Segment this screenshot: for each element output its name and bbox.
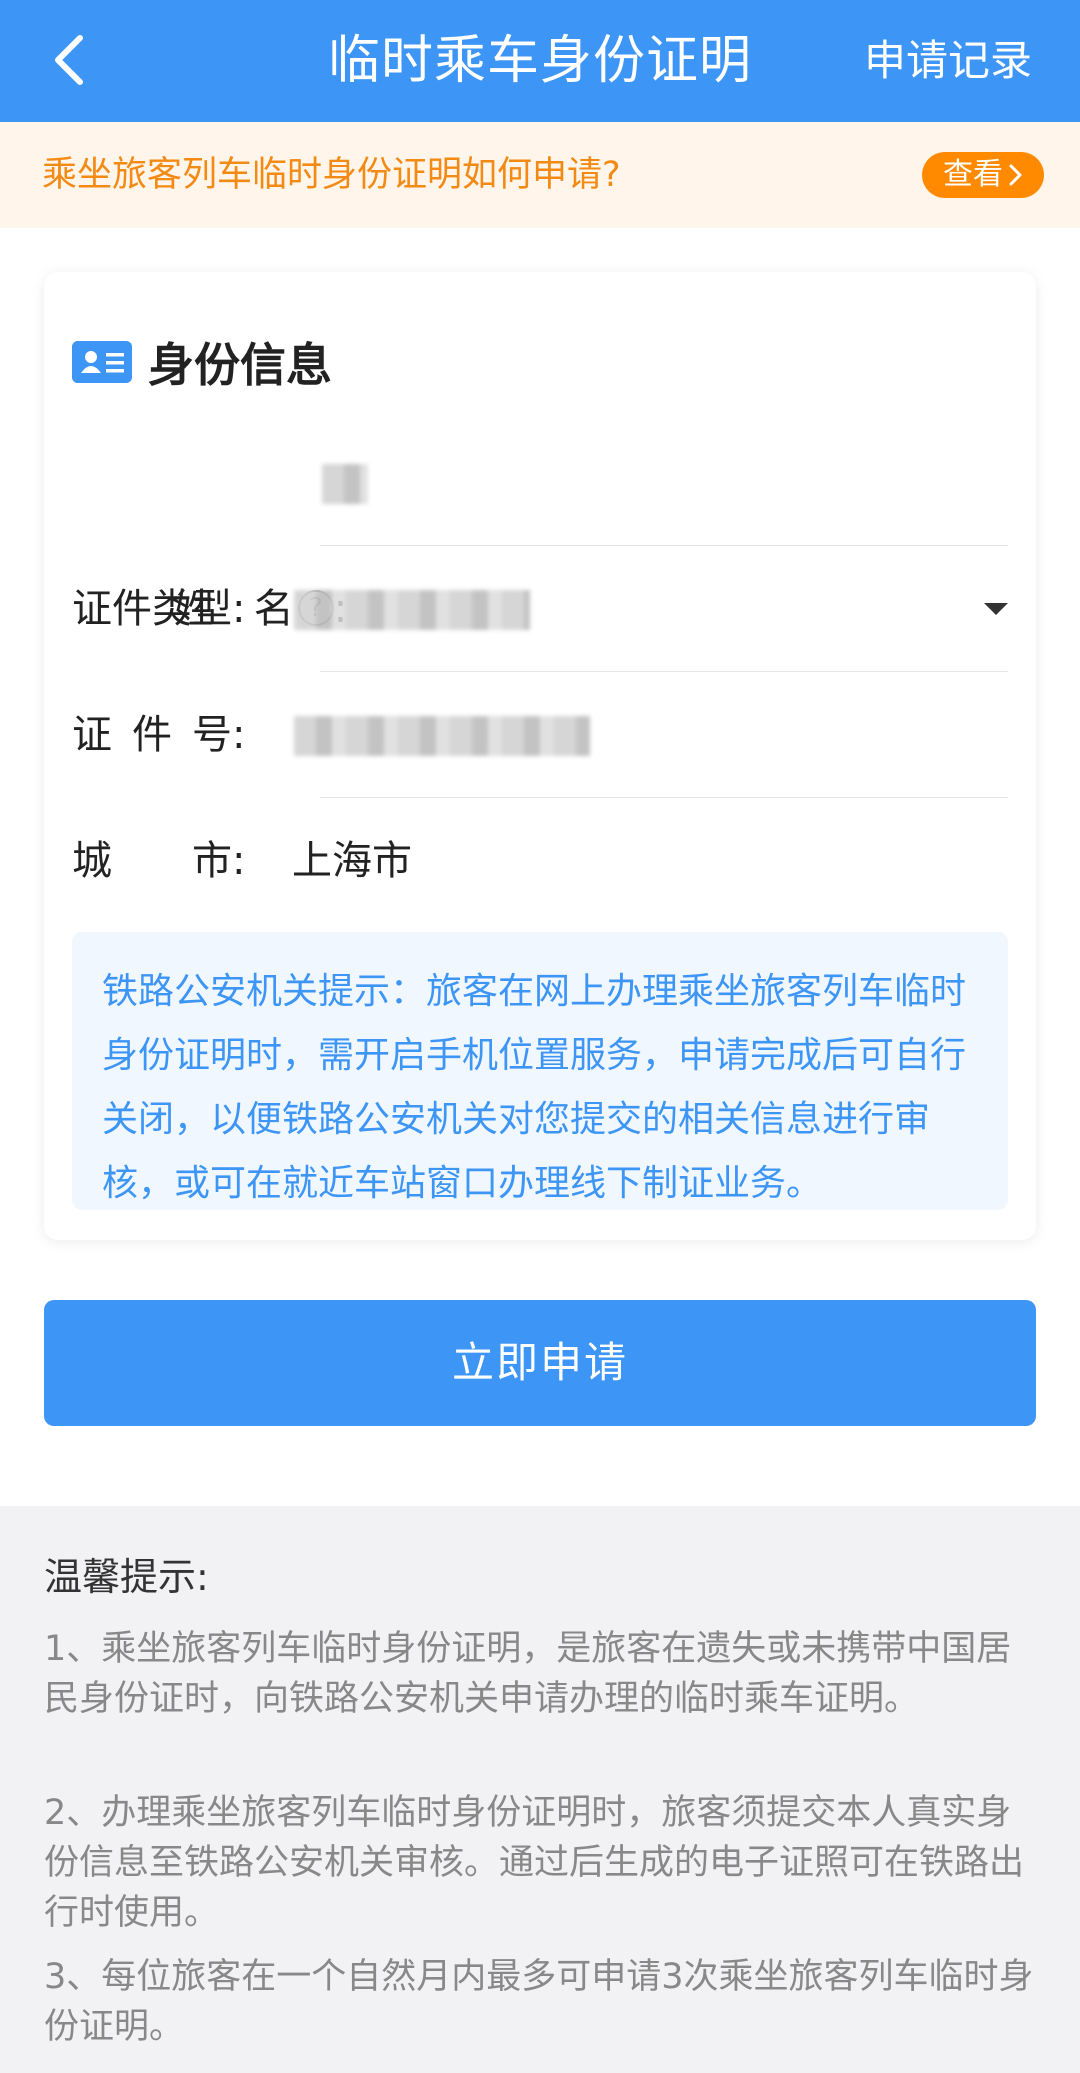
id-number-label: 证 件 号:	[72, 712, 246, 758]
city-row: 城 市: 上海市	[72, 798, 1008, 924]
tip-item-1: 1、乘坐旅客列车临时身份证明，是旅客在遗失或未携带中国居民身份证时，向铁路公安机…	[44, 1629, 1012, 1719]
tips-title: 温馨提示:	[44, 1555, 209, 1599]
city-label: 城 市:	[72, 838, 246, 884]
card-header: 身份信息	[72, 332, 332, 392]
name-row: 姓 名?:	[72, 420, 1008, 632]
tip-item-3: 3、每位旅客在一个自然月内最多可申请3次乘坐旅客列车临时身份证明。	[44, 1957, 1034, 2047]
name-value-redacted	[322, 464, 368, 504]
id-card-icon	[72, 341, 132, 383]
records-link[interactable]: 申请记录	[864, 0, 1032, 122]
city-value: 上海市	[292, 838, 412, 884]
app-header: 临时乘车身份证明 申请记录	[0, 0, 1080, 122]
name-label: 姓 名?:	[72, 420, 347, 632]
card-title: 身份信息	[148, 338, 332, 392]
id-number-row: 证 件 号:	[72, 672, 1008, 798]
caret-down-icon[interactable]	[984, 603, 1008, 615]
main-section: 身份信息 姓 名?: 证件类型: 证 件 号: 城 市: 上海市	[0, 228, 1080, 1506]
police-tip-box: 铁路公安机关提示：旅客在网上办理乘坐旅客列车临时身份证明时，需开启手机位置服务，…	[72, 932, 1008, 1210]
identity-card: 身份信息 姓 名?: 证件类型: 证 件 号: 城 市: 上海市	[44, 272, 1036, 1240]
id-type-row[interactable]: 证件类型:	[72, 546, 1008, 672]
id-number-value-redacted	[294, 716, 590, 756]
apply-button[interactable]: 立即申请	[44, 1300, 1036, 1426]
id-type-value-redacted	[294, 590, 530, 630]
tips-section: 温馨提示: 1、乘坐旅客列车临时身份证明，是旅客在遗失或未携带中国居民身份证时，…	[0, 1506, 1080, 2073]
notice-text[interactable]: 乘坐旅客列车临时身份证明如何申请?	[42, 122, 621, 228]
id-type-label: 证件类型:	[72, 586, 246, 632]
notice-banner: 乘坐旅客列车临时身份证明如何申请? 查看	[0, 122, 1080, 228]
chevron-right-icon	[1009, 164, 1022, 186]
view-label: 查看	[943, 157, 1003, 192]
view-button[interactable]: 查看	[922, 152, 1044, 198]
tip-item-2: 2、办理乘坐旅客列车临时身份证明时，旅客须提交本人真实身份信息至铁路公安机关审核…	[44, 1793, 1025, 1933]
